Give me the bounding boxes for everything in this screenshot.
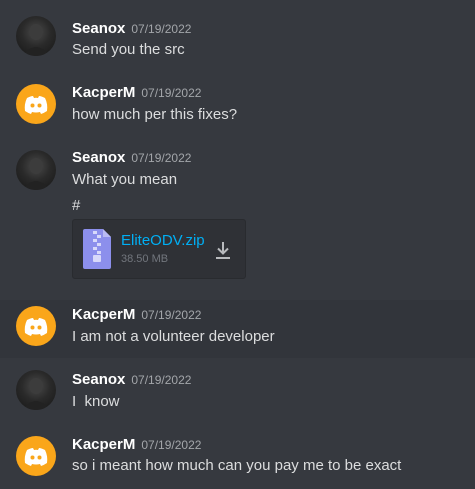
timestamp: 07/19/2022 <box>131 22 192 36</box>
message-header: Seanox 07/19/2022 <box>72 18 191 40</box>
message-text: I am not a volunteer developer <box>72 328 275 345</box>
user-avatar[interactable] <box>16 150 56 190</box>
file-attachment: EliteODV.zip 38.50 MB <box>72 219 246 279</box>
zip-file-icon <box>83 229 111 274</box>
message-text: so i meant how much can you pay me to be… <box>72 457 402 474</box>
author-name[interactable]: KacperM <box>72 436 135 453</box>
discord-avatar-icon[interactable] <box>16 306 56 346</box>
discord-avatar-icon[interactable] <box>16 436 56 476</box>
message-text: # <box>72 197 81 214</box>
message-header: KacperM 07/19/2022 <box>72 434 201 456</box>
message: KacperM 07/19/2022 so i meant how much ca… <box>0 432 475 484</box>
timestamp: 07/19/2022 <box>131 373 192 387</box>
message-text: What you mean <box>72 171 178 188</box>
author-name[interactable]: Seanox <box>72 371 125 388</box>
message: Seanox 07/19/2022 I know <box>0 366 475 416</box>
attachment-filename[interactable]: EliteODV.zip <box>121 232 205 250</box>
message: KacperM 07/19/2022 how much per this fixe… <box>0 80 475 130</box>
discord-avatar-icon[interactable] <box>16 84 56 124</box>
author-name[interactable]: KacperM <box>72 306 135 323</box>
user-avatar[interactable] <box>16 370 56 410</box>
message: KacperM 07/19/2022 I am not a volunteer d… <box>0 300 475 358</box>
timestamp: 07/19/2022 <box>141 86 202 100</box>
message-text: I know <box>72 393 120 410</box>
download-icon[interactable] <box>213 240 233 265</box>
message-text: how much per this fixes? <box>72 106 238 123</box>
attachment-size: 38.50 MB <box>121 253 169 265</box>
user-avatar[interactable] <box>16 16 56 56</box>
message-header: KacperM 07/19/2022 <box>72 304 201 326</box>
message-header: KacperM 07/19/2022 <box>72 82 201 104</box>
author-name[interactable]: Seanox <box>72 20 125 37</box>
message-text: Send you the src <box>72 41 185 58</box>
author-name[interactable]: Seanox <box>72 149 125 166</box>
message: Seanox 07/19/2022 Send you the src <box>0 14 475 64</box>
message-header: Seanox 07/19/2022 <box>72 147 191 169</box>
author-name[interactable]: KacperM <box>72 84 135 101</box>
message-header: Seanox 07/19/2022 <box>72 369 191 391</box>
timestamp: 07/19/2022 <box>141 438 202 452</box>
timestamp: 07/19/2022 <box>141 308 202 322</box>
timestamp: 07/19/2022 <box>131 151 192 165</box>
